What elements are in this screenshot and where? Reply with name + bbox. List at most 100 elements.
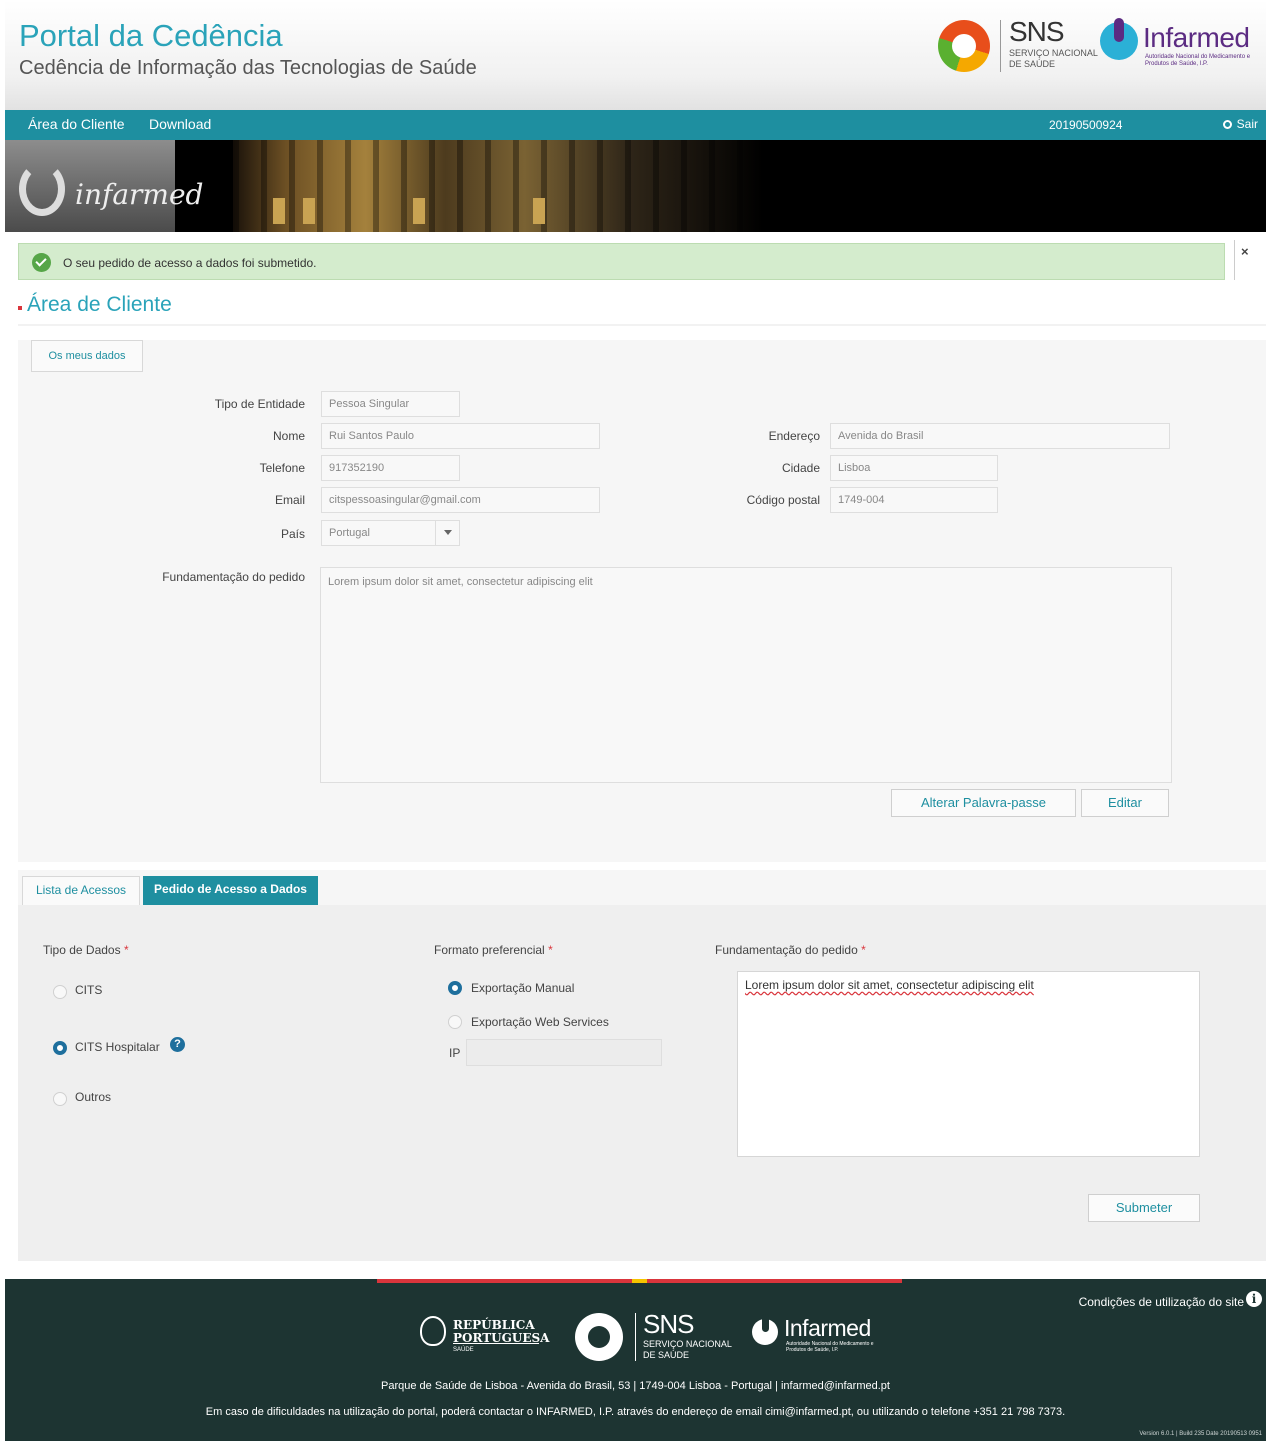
formato-label: Formato preferencial * [434,943,553,957]
user-id: 20190500924 [1049,118,1123,132]
radio-exportacao-web-services-label: Exportação Web Services [471,1015,609,1029]
alert-message: O seu pedido de acesso a dados foi subme… [63,256,317,270]
footer-stripe-red [377,1279,632,1283]
fundamentacao-pedido-text: Lorem ipsum dolor sit amet, consectetur … [745,978,1034,992]
sns-circle-logo-icon [938,20,990,72]
banner-infarmed-logo-icon [19,162,65,216]
change-password-button[interactable]: Alterar Palavra-passe [891,789,1076,817]
section-bullet [18,306,22,310]
label-email: Email [274,493,305,507]
tipo-dados-label-text: Tipo de Dados [43,943,121,957]
chevron-down-icon [435,521,459,545]
nome-field: Rui Santos Paulo [321,423,600,449]
radio-outros-label: Outros [75,1090,112,1104]
footer-contact: Em caso de dificuldades na utilização do… [205,1406,1066,1418]
fundamentacao-pedido-label-text: Fundamentação do pedido [715,943,858,957]
email-field: citspessoasingular@gmail.com [321,487,600,513]
tab-pedido-acesso[interactable]: Pedido de Acesso a Dados [143,876,318,905]
profile-panel: Os meus dados Tipo de Entidade Pessoa Si… [18,340,1266,862]
site-title: Portal da Cedência [19,18,283,53]
tab-os-meus-dados[interactable]: Os meus dados [31,340,143,372]
title-divider [18,324,1266,326]
logo-divider [1000,20,1001,72]
fundamentacao-pedido-label: Fundamentação do pedido * [715,943,866,957]
banner-window [533,198,545,224]
footer-infarmed-logo-text: Infarmed [784,1315,871,1341]
label-tipo-entidade: Tipo de Entidade [214,397,305,411]
footer-sns-logo-text: SNS [643,1309,694,1339]
republica-logo-text: REPÚBLICA PORTUGUESA [453,1318,550,1345]
republica-logo-rule [453,1343,539,1344]
label-telefone: Telefone [259,461,305,475]
label-nome: Nome [272,429,305,443]
footer-logo-divider [635,1313,636,1361]
label-cidade: Cidade [781,461,820,475]
radio-cits-hospitalar-label: CITS Hospitalar [75,1040,160,1054]
pais-value: Portugal [329,527,370,539]
pais-select: Portugal [321,520,460,546]
republica-portuguesa-logo-icon [420,1316,446,1346]
request-panel: Tipo de Dados * CITS CITS Hospitalar ? O… [18,905,1266,1261]
radio-cits-hospitalar[interactable] [53,1041,67,1055]
banner-window [413,198,425,224]
banner-wall: infarmed [5,140,203,232]
help-icon[interactable]: ? [170,1037,185,1052]
required-mark: * [123,943,129,957]
radio-exportacao-manual[interactable] [448,981,462,995]
radio-exportacao-manual-label: Exportação Manual [471,981,575,995]
footer-address: Parque de Saúde de Lisboa - Avenida do B… [381,1380,890,1392]
nav-area-cliente[interactable]: Área do Cliente [28,116,125,132]
tipo-dados-label: Tipo de Dados * [43,943,129,957]
banner-window [303,198,315,224]
edit-button[interactable]: Editar [1081,789,1169,817]
label-fundamentacao: Fundamentação do pedido [162,570,305,584]
required-mark: * [861,943,866,957]
header-logos: SNS SERVIÇO NACIONAL DE SAÚDE Infarmed A… [938,16,1258,76]
codigo-postal-field: 1749-004 [830,487,998,513]
success-alert: O seu pedido de acesso a dados foi subme… [18,243,1225,280]
alert-close-icon[interactable]: × [1241,244,1249,259]
footer-sns-circle-logo-icon [575,1313,623,1361]
footer-version: Version 6.0.1 | Build 235 Date 20190513 … [1139,1431,1262,1437]
page: Portal da Cedência Cedência de Informaçã… [5,0,1266,1441]
footer-sns-logo-subtext: SERVIÇO NACIONAL DE SAÚDE [643,1339,732,1360]
label-pais: País [280,527,305,541]
cidade-field: Lisboa [830,455,998,481]
site-footer: Condições de utilização do site i REPÚBL… [5,1279,1266,1441]
tab-lista-acessos[interactable]: Lista de Acessos [22,876,140,905]
ip-label: IP [449,1046,461,1060]
radio-cits[interactable] [53,985,67,999]
footer-stripe-yellow [632,1279,647,1283]
fundamentacao-pedido-textarea[interactable]: Lorem ipsum dolor sit amet, consectetur … [737,971,1200,1157]
footer-infarmed-logo-subtext: Autoridade Nacional do Medicamento e Pro… [786,1341,874,1353]
republica-logo-subtext: SAÚDE [453,1347,474,1353]
terms-link[interactable]: Condições de utilização do site [1079,1295,1244,1309]
label-endereco: Endereço [768,429,820,443]
telefone-field: 917352190 [321,455,460,481]
sns-logo-subtext: SERVIÇO NACIONAL DE SAÚDE [1009,48,1098,69]
infarmed-logo-text: Infarmed [1143,22,1250,53]
fundamentacao-textarea: Lorem ipsum dolor sit amet, consectetur … [320,567,1172,783]
endereco-field: Avenida do Brasil [830,423,1170,449]
radio-outros[interactable] [53,1092,67,1106]
formato-label-text: Formato preferencial [434,943,545,957]
site-subtitle: Cedência de Informação das Tecnologias d… [19,57,477,79]
nav-download[interactable]: Download [149,116,211,132]
info-icon[interactable]: i [1246,1291,1262,1307]
radio-cits-label: CITS [75,983,103,997]
ip-input[interactable] [466,1039,662,1066]
footer-stripe-red [647,1279,902,1283]
banner-building [233,140,763,232]
site-header: Portal da Cedência Cedência de Informaçã… [5,0,1266,110]
power-icon [1222,120,1232,129]
page-title: Área de Cliente [27,293,172,316]
tipo-entidade-field: Pessoa Singular [321,391,460,417]
banner-wall-text: infarmed [75,178,204,211]
required-mark: * [548,943,553,957]
logout-link[interactable]: Sair [1222,117,1258,131]
header-banner-image: infarmed [5,140,1266,232]
infarmed-logo-icon [1100,18,1138,60]
alert-divider [1234,240,1235,280]
submit-button[interactable]: Submeter [1088,1194,1200,1222]
radio-exportacao-web-services[interactable] [448,1015,462,1029]
